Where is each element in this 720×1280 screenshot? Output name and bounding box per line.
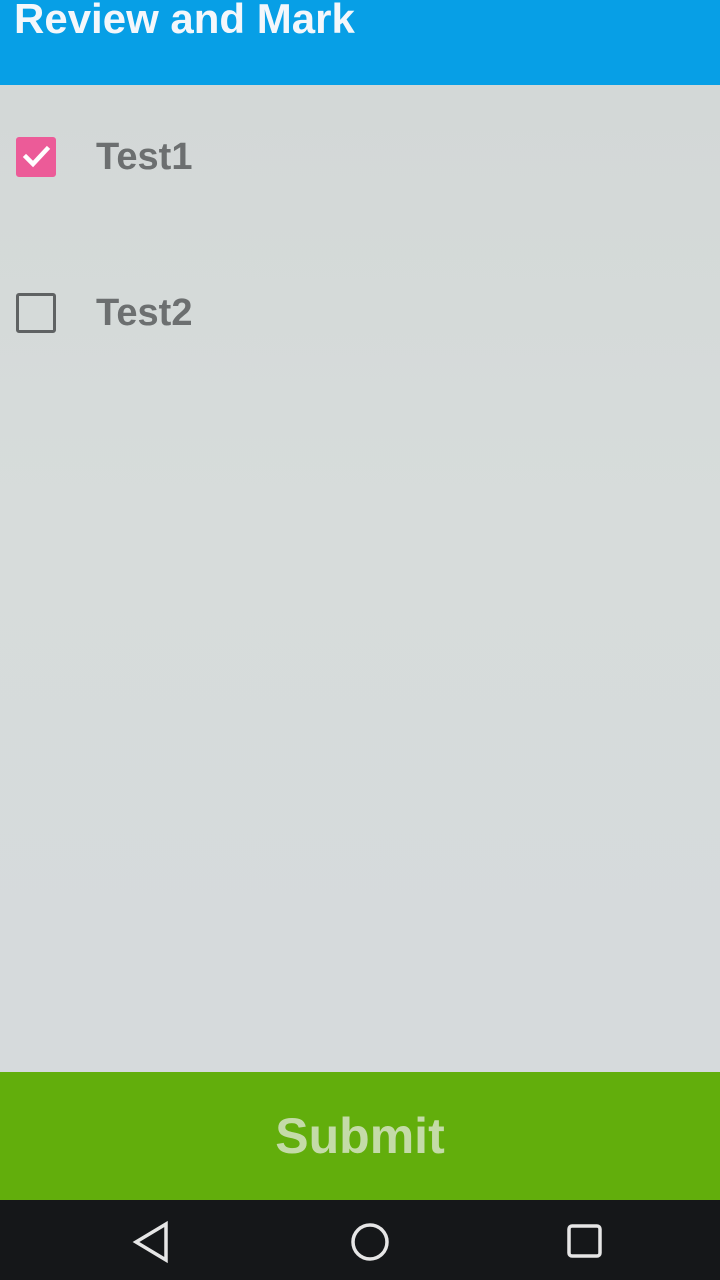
page-title: Review and Mark — [14, 0, 355, 42]
back-icon[interactable] — [130, 1220, 174, 1264]
check-icon — [22, 145, 51, 168]
checkbox-item-test2[interactable]: Test2 — [0, 263, 720, 363]
submit-button[interactable]: Submit — [0, 1072, 720, 1200]
screen: Review and Mark Test1 Test2 Submit — [0, 0, 720, 1280]
checkbox-item-test1[interactable]: Test1 — [0, 107, 720, 207]
home-icon[interactable] — [348, 1220, 392, 1264]
system-nav-bar — [0, 1200, 720, 1280]
checkbox-checked[interactable] — [16, 137, 56, 177]
recents-icon[interactable] — [563, 1220, 607, 1264]
app-bar: Review and Mark — [0, 0, 720, 85]
checkbox-label: Test1 — [96, 136, 193, 178]
checkbox-label: Test2 — [96, 292, 193, 334]
checkbox-unchecked[interactable] — [16, 293, 56, 333]
